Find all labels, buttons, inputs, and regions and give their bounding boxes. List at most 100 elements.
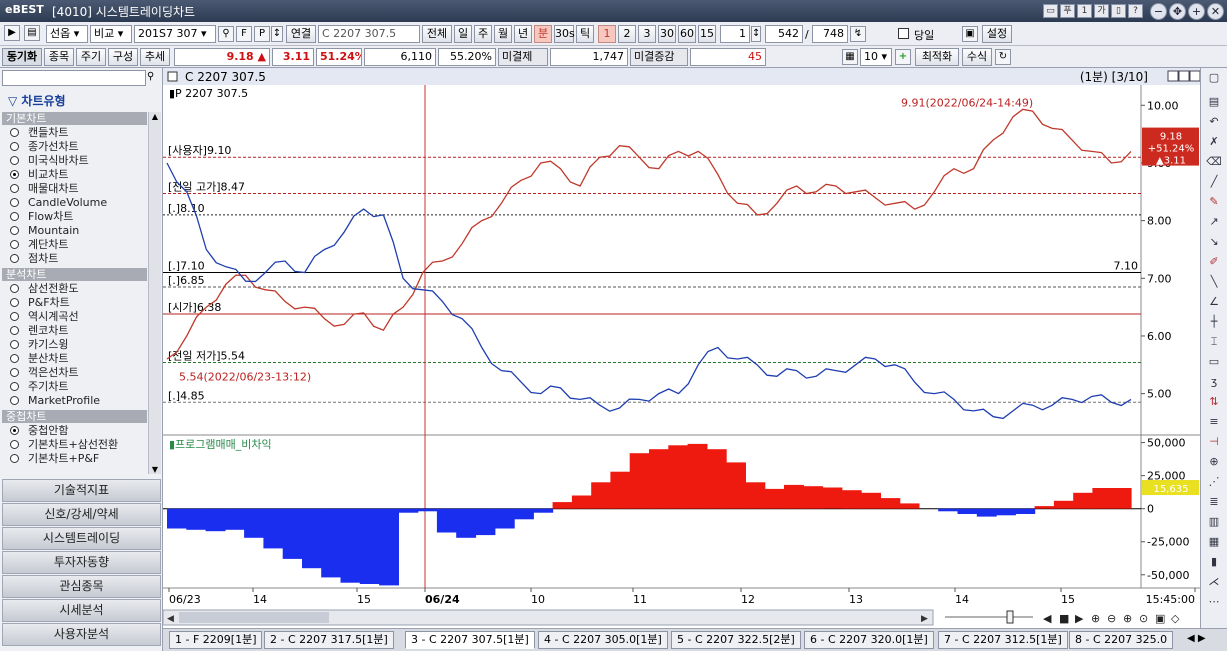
basic-chart-item[interactable]: 미국식바차트	[10, 154, 148, 168]
ray-icon[interactable]: ↗	[1206, 214, 1222, 230]
category-button[interactable]: 사용자분석	[2, 623, 161, 646]
one-icon[interactable]: 1	[1077, 4, 1092, 18]
overlay-chart-item[interactable]: 중첩안함	[10, 424, 148, 438]
contract-code-input[interactable]: 201S7 307 ▾	[134, 25, 216, 43]
category-button[interactable]: 기술적지표	[2, 479, 161, 502]
save-icon[interactable]: ▣	[962, 26, 978, 42]
radio-icon[interactable]	[10, 212, 19, 221]
settings-button[interactable]: 설정	[982, 25, 1012, 43]
item-button[interactable]: 종목	[44, 48, 74, 66]
chart-tab[interactable]: 7 - C 2207 312.5[1분]	[938, 631, 1068, 649]
text-cursor-icon[interactable]: ⌶	[1206, 334, 1222, 350]
fibonacci-icon[interactable]: ⇅	[1206, 394, 1222, 410]
zoom-slider-thumb[interactable]	[1006, 610, 1014, 624]
panel-toggle-icon[interactable]: ▶	[4, 25, 20, 41]
spin-icon[interactable]: ↕	[271, 26, 283, 42]
basic-chart-item[interactable]: 종가선차트	[10, 140, 148, 154]
same-day-checkbox[interactable]	[898, 28, 909, 39]
put-icon[interactable]: P	[254, 26, 270, 42]
chart-icon[interactable]: ▤	[1206, 94, 1222, 110]
day-button[interactable]: 일	[454, 25, 472, 43]
chart-canvas[interactable]: C 2207 307.5(1분) [3/10]10.009.008.007.00…	[163, 68, 1200, 628]
panel-search-icon[interactable]: ⚲	[147, 71, 154, 82]
analysis-chart-item[interactable]: 렌코차트	[10, 324, 148, 338]
week-button[interactable]: 주	[474, 25, 492, 43]
restore-icon[interactable]: +	[1188, 3, 1205, 20]
radio-icon[interactable]	[10, 156, 19, 165]
chart-area[interactable]: C 2207 307.5(1분) [3/10]10.009.008.007.00…	[163, 68, 1200, 628]
compare-select[interactable]: 비교 ▾	[90, 25, 132, 43]
radio-icon[interactable]	[10, 284, 19, 293]
search-icon[interactable]: ⚲	[218, 26, 234, 42]
regression-icon[interactable]: ≣	[1206, 494, 1222, 510]
interval-value-input[interactable]: 1	[720, 25, 750, 43]
analysis-chart-item[interactable]: 주기차트	[10, 380, 148, 394]
radio-icon[interactable]	[10, 128, 19, 137]
chart-count-select[interactable]: 10 ▾	[860, 48, 892, 66]
chart-minimize-icon[interactable]	[1167, 70, 1179, 82]
year-button[interactable]: 년	[514, 25, 532, 43]
delete-all-icon[interactable]: ✗	[1206, 134, 1222, 150]
vertical-line-icon[interactable]: ┼	[1206, 314, 1222, 330]
chart-select-checkbox[interactable]	[167, 71, 178, 82]
category-button[interactable]: 시세분석	[2, 599, 161, 622]
line-icon[interactable]: ╲	[1206, 274, 1222, 290]
overlay-chart-item[interactable]: 기본차트+삼선전환	[10, 438, 148, 452]
radio-icon[interactable]	[10, 454, 19, 463]
radio-icon[interactable]	[10, 254, 19, 263]
chart-bar-icon[interactable]: ▮	[1206, 554, 1222, 570]
radio-icon[interactable]	[10, 382, 19, 391]
box-icon[interactable]: ▭	[1206, 354, 1222, 370]
radio-icon[interactable]	[10, 170, 19, 179]
formula-button[interactable]: 수식	[962, 48, 992, 66]
radio-icon[interactable]	[10, 298, 19, 307]
month-button[interactable]: 월	[494, 25, 512, 43]
chart-tab[interactable]: 5 - C 2207 322.5[2분]	[671, 631, 801, 649]
radio-icon[interactable]	[10, 340, 19, 349]
eraser-icon[interactable]: ⌫	[1206, 154, 1222, 170]
panel-scrollbar[interactable]: ▲ ▼	[148, 112, 161, 474]
radio-icon[interactable]	[10, 184, 19, 193]
radio-icon[interactable]	[10, 368, 19, 377]
arrow-icon[interactable]: ↘	[1206, 234, 1222, 250]
chart-tab[interactable]: 3 - C 2207 307.5[1분]	[405, 631, 535, 649]
tools-more-icon[interactable]: ⋯	[1206, 594, 1222, 610]
optimize-button[interactable]: 최적화	[915, 48, 959, 66]
interval-15-button[interactable]: 15	[698, 25, 716, 43]
interval-30-button[interactable]: 30	[658, 25, 676, 43]
zoom-icon[interactable]: ↯	[850, 26, 866, 42]
scroll-up-icon[interactable]: ▲	[149, 112, 161, 121]
analysis-chart-item[interactable]: 역시계곡선	[10, 310, 148, 324]
radio-icon[interactable]	[10, 426, 19, 435]
analysis-chart-item[interactable]: 삼선전환도	[10, 282, 148, 296]
interval-spin-icon[interactable]: ↕	[751, 26, 761, 42]
close-icon[interactable]: ✕	[1207, 3, 1224, 20]
overlay-chart-item[interactable]: 기본차트+P&F	[10, 452, 148, 466]
view-count-input[interactable]: 542	[765, 25, 803, 43]
analysis-chart-item[interactable]: 꺽은선차트	[10, 366, 148, 380]
minute-button[interactable]: 분	[534, 25, 552, 43]
gann-icon[interactable]: ⊣	[1206, 434, 1222, 450]
product-type-select[interactable]: 선옵 ▾	[46, 25, 88, 43]
window-list-icon[interactable]: ▭	[1043, 4, 1058, 18]
radio-icon[interactable]	[10, 396, 19, 405]
chart-maximize-icon[interactable]	[1178, 70, 1190, 82]
chart-type-header[interactable]: ▽ 차트유형	[8, 92, 66, 109]
radio-icon[interactable]	[10, 240, 19, 249]
futures-icon[interactable]: F	[236, 26, 252, 42]
cursor-icon[interactable]: ▢	[1206, 70, 1222, 86]
ga-icon[interactable]: 가	[1094, 4, 1109, 18]
radio-icon[interactable]	[10, 226, 19, 235]
refresh-icon[interactable]: ↻	[995, 49, 1011, 65]
analysis-chart-item[interactable]: 카기스윙	[10, 338, 148, 352]
radio-icon[interactable]	[10, 440, 19, 449]
category-button[interactable]: 투자자동향	[2, 551, 161, 574]
bars-icon[interactable]: ▦	[1206, 534, 1222, 550]
radio-icon[interactable]	[10, 354, 19, 363]
radio-icon[interactable]	[10, 312, 19, 321]
analysis-chart-item[interactable]: MarketProfile	[10, 394, 148, 408]
link-button[interactable]: 연결	[286, 25, 316, 43]
screenshot-icon[interactable]: ▯	[1111, 4, 1126, 18]
chart-tab[interactable]: 2 - C 2207 317.5[1분]	[264, 631, 394, 649]
channel-icon[interactable]: ≡	[1206, 414, 1222, 430]
